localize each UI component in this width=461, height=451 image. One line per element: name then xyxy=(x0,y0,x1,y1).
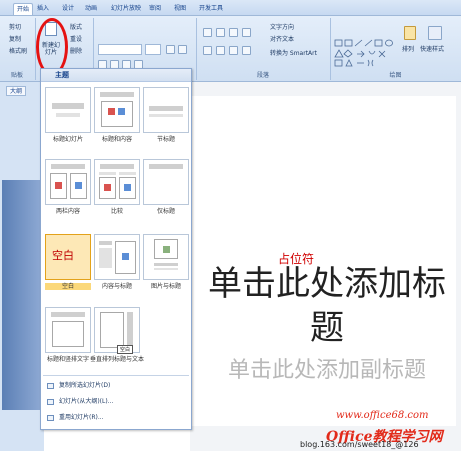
menu-item-label: 复制所选幻灯片(D) xyxy=(59,382,111,389)
grow-font-icon[interactable] xyxy=(166,45,175,54)
align-text-button[interactable]: 对齐文本 xyxy=(270,36,294,44)
layout-thumbnail xyxy=(45,87,91,133)
paragraph-group-label: 段落 xyxy=(256,72,269,79)
layout-thumbnail xyxy=(94,87,140,133)
justify-icon[interactable] xyxy=(242,46,251,55)
drawing-group-label: 绘图 xyxy=(389,72,402,79)
slide-thumbnail[interactable] xyxy=(2,180,42,410)
layout-thumbnail xyxy=(143,87,189,133)
blank-annotation: 空白 xyxy=(52,249,74,262)
tab-outline[interactable]: 大纲 xyxy=(6,86,26,96)
layout-label: 仅标题 xyxy=(156,208,175,215)
arrange-icon[interactable] xyxy=(404,26,416,40)
duplicate-icon xyxy=(47,383,54,389)
layout-label: 两栏内容 xyxy=(55,208,80,215)
tab-home[interactable]: 开始 xyxy=(13,3,34,15)
layout-thumbnail xyxy=(45,159,91,205)
slides-from-outline-menu-item[interactable]: 幻灯片(从大纲)(L)... xyxy=(43,397,189,407)
layout-label: 标题幻灯片 xyxy=(52,136,83,143)
reuse-slides-menu-item[interactable]: 重用幻灯片(R)... xyxy=(43,413,189,423)
layout-label: 标题和内容 xyxy=(101,136,132,143)
align-left-icon[interactable] xyxy=(203,46,212,55)
layout-title-content[interactable]: 标题和内容 xyxy=(94,87,140,149)
shrink-font-icon[interactable] xyxy=(178,45,187,54)
layout-label: 内容与标题 xyxy=(101,283,132,290)
tab-developer[interactable]: 开发工具 xyxy=(196,3,226,15)
tab-insert[interactable]: 插入 xyxy=(34,3,52,15)
numbering-icon[interactable] xyxy=(216,28,225,37)
layout-thumbnail xyxy=(143,234,189,280)
watermark-blog: blog.163.com/sweet18_@126 xyxy=(300,440,419,449)
layout-label: 空白 xyxy=(45,283,91,290)
font-size-combobox[interactable] xyxy=(145,44,161,55)
shapes-gallery[interactable] xyxy=(333,38,399,68)
font-name-combobox[interactable] xyxy=(98,44,142,55)
tab-review[interactable]: 审阅 xyxy=(146,3,164,15)
tab-slideshow[interactable]: 幻灯片放映 xyxy=(108,3,144,15)
menu-divider xyxy=(43,375,189,376)
layout-label: 节标题 xyxy=(156,136,175,143)
layout-vertical-title-text[interactable]: 垂直排列标题与文本 xyxy=(90,307,144,369)
delete-button[interactable]: 删除 xyxy=(70,48,82,56)
ribbon-tab-bar: 开始 插入 设计 动画 幻灯片放映 审阅 视图 开发工具 xyxy=(0,0,461,16)
outline-icon xyxy=(47,399,54,405)
layout-title-only[interactable]: 仅标题 xyxy=(143,159,189,221)
tooltip: 空白 xyxy=(117,345,133,354)
decrease-indent-icon[interactable] xyxy=(229,28,238,37)
layout-title-vertical-text[interactable]: 标题和竖排文字 xyxy=(45,307,91,369)
menu-item-label: 幻灯片(从大纲)(L)... xyxy=(59,398,114,405)
align-right-icon[interactable] xyxy=(229,46,238,55)
layout-thumbnail xyxy=(94,159,140,205)
copy-button[interactable]: 复制 xyxy=(9,36,21,44)
layout-label: 垂直排列标题与文本 xyxy=(90,356,145,363)
slide-title-placeholder[interactable]: 单击此处添加标题 xyxy=(196,262,458,350)
layout-gallery-dropdown: 主题 标题幻灯片 标题和内容 节标题 两栏内容 比较 仅标题 空白 空白 内容与… xyxy=(40,68,192,430)
menu-item-label: 重用幻灯片(R)... xyxy=(59,414,104,421)
layout-label: 比较 xyxy=(110,208,123,215)
text-direction-button[interactable]: 文字方向 xyxy=(270,24,294,32)
increase-indent-icon[interactable] xyxy=(242,28,251,37)
duplicate-slides-menu-item[interactable]: 复制所选幻灯片(D) xyxy=(43,381,189,391)
gallery-header: 主题 xyxy=(41,69,191,82)
layout-thumbnail xyxy=(94,234,140,280)
layout-content-caption[interactable]: 内容与标题 xyxy=(94,234,140,296)
quick-styles-icon[interactable] xyxy=(428,26,442,40)
layout-label: 标题和竖排文字 xyxy=(46,356,89,363)
layout-thumbnail: 空白 xyxy=(45,234,91,280)
layout-title-slide[interactable]: 标题幻灯片 xyxy=(45,87,91,149)
layout-picture-caption[interactable]: 图片与标题 xyxy=(143,234,189,296)
layout-section-header[interactable]: 节标题 xyxy=(143,87,189,149)
clipboard-group-label: 贴板 xyxy=(10,72,23,79)
tab-view[interactable]: 视图 xyxy=(171,3,189,15)
convert-smartart-button[interactable]: 转换为 SmartArt xyxy=(270,50,317,58)
layout-button[interactable]: 版式 xyxy=(70,24,82,32)
layout-blank[interactable]: 空白 空白 xyxy=(45,234,91,296)
layout-comparison[interactable]: 比较 xyxy=(94,159,140,221)
slide-subtitle-placeholder[interactable]: 单击此处添加副标题 xyxy=(196,356,458,386)
arrange-button[interactable]: 排列 xyxy=(402,46,414,54)
align-center-icon[interactable] xyxy=(216,46,225,55)
tab-animations[interactable]: 动画 xyxy=(82,3,100,15)
cut-button[interactable]: 剪切 xyxy=(9,24,21,32)
tab-design[interactable]: 设计 xyxy=(59,3,77,15)
bullets-icon[interactable] xyxy=(203,28,212,37)
reset-button[interactable]: 重设 xyxy=(70,36,82,44)
reuse-icon xyxy=(47,415,54,421)
watermark-url: www.office68.com xyxy=(336,410,429,421)
format-painter-button[interactable]: 格式刷 xyxy=(9,48,27,56)
layout-label: 图片与标题 xyxy=(150,283,181,290)
layout-thumbnail xyxy=(45,307,91,353)
layout-thumbnail xyxy=(143,159,189,205)
quick-styles-button[interactable]: 快速样式 xyxy=(420,46,444,54)
layout-two-content[interactable]: 两栏内容 xyxy=(45,159,91,221)
